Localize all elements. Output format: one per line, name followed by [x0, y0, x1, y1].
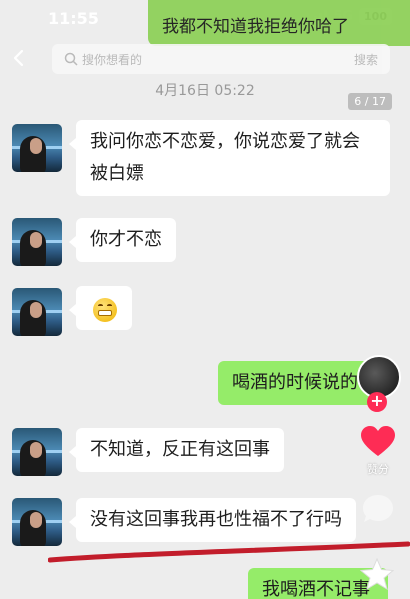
contact-avatar[interactable] [12, 124, 62, 172]
grinning-face-icon [93, 298, 117, 322]
status-time: 11:55 [48, 9, 99, 28]
message-text: 喝酒的时候说的 [232, 372, 358, 393]
message-text: 没有这回事我再也性福不了行吗 [90, 509, 342, 530]
star-icon[interactable] [360, 558, 394, 590]
heart-icon[interactable] [360, 425, 396, 459]
message-bubble-sent: 喝酒的时候说的 [218, 361, 378, 405]
contact-avatar[interactable] [12, 288, 62, 336]
back-arrow-icon[interactable] [10, 49, 28, 67]
like-count: 赞分 [367, 463, 389, 476]
contact-avatar[interactable] [12, 498, 62, 546]
message-text: 不知道，反正有这回事 [90, 439, 270, 460]
message-bubble-received: 你才不恋 [69, 218, 176, 262]
message-text: 我问你恋不恋爱，你说恋爱了就会被白嫖 [90, 131, 360, 184]
message-text: 我喝酒不记事 [262, 579, 370, 599]
red-underline-annotation [48, 541, 410, 563]
search-button[interactable]: 搜索 [354, 51, 378, 68]
search-row: 搜你想看的 搜索 [0, 38, 410, 80]
chat-screen: 11:55 5G 100 我都不知道我拒绝你哈了 搜你想看的 搜索 4月16日 … [0, 0, 410, 599]
message-bubble-received: 不知道，反正有这回事 [69, 428, 284, 472]
page-counter: 6 / 17 [348, 93, 392, 110]
contact-avatar[interactable] [12, 428, 62, 476]
message-bubble-received: 我问你恋不恋爱，你说恋爱了就会被白嫖 [69, 120, 390, 196]
comment-icon[interactable] [360, 492, 396, 526]
search-placeholder: 搜你想看的 [82, 53, 143, 67]
search-icon [64, 52, 78, 66]
message-text: 你才不恋 [90, 229, 162, 250]
follow-button[interactable]: + [367, 392, 387, 412]
message-bubble-received: 没有这回事我再也性福不了行吗 [69, 498, 356, 542]
search-input[interactable]: 搜你想看的 搜索 [52, 44, 390, 74]
contact-avatar[interactable] [12, 218, 62, 266]
overlay-message-text: 我都不知道我拒绝你哈了 [162, 17, 349, 37]
